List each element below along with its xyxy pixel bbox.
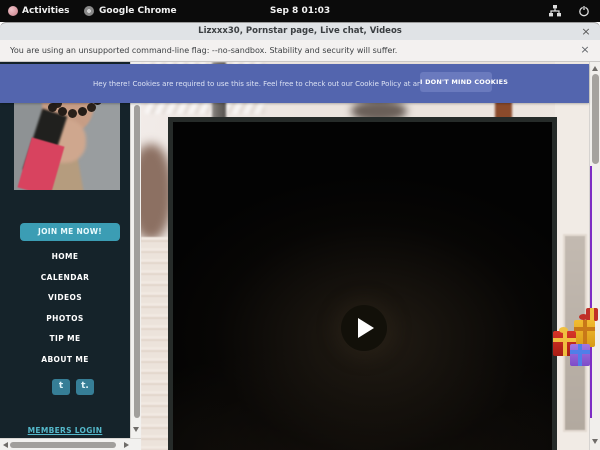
gnome-top-bar: Activities Google Chrome Sep 8 01:03 (0, 0, 600, 22)
infobar-close-icon[interactable]: × (578, 43, 592, 57)
scroll-up-arrow[interactable] (592, 66, 598, 71)
tip-widget-line (590, 166, 592, 418)
members-login-link[interactable]: MEMBERS LOGIN (0, 426, 130, 435)
photo-necklace (48, 103, 57, 112)
tumblr-icon[interactable]: t. (76, 379, 94, 395)
video-frame (173, 122, 552, 450)
page-scrollbar-thumb[interactable] (592, 74, 599, 164)
cookie-banner: Hey there! Cookies are required to use t… (0, 64, 589, 103)
network-icon[interactable] (548, 4, 562, 18)
scroll-down-arrow[interactable] (592, 439, 598, 444)
join-me-now-button[interactable]: JOIN ME NOW! (20, 223, 120, 241)
sidebar-item-photos[interactable]: PHOTOS (0, 309, 130, 330)
gift-bow-icon (559, 327, 568, 333)
screen: Activities Google Chrome Sep 8 01:03 Liz… (0, 0, 600, 450)
cookie-message: Hey there! Cookies are required to use t… (93, 80, 413, 88)
clock[interactable]: Sep 8 01:03 (0, 6, 600, 16)
sidebar-item-home[interactable]: HOME (0, 247, 130, 268)
cookie-accept-button[interactable]: I DON'T MIND COOKIES (420, 72, 492, 92)
gift-purple-icon (570, 344, 590, 366)
twitter-icon[interactable]: t (52, 379, 70, 395)
sidebar-menu: HOME CALENDAR VIDEOS PHOTOS TIP ME ABOUT… (0, 247, 130, 370)
power-icon[interactable] (578, 5, 590, 17)
window-title: Lizxxx30, Pornstar page, Live chat, Vide… (0, 26, 600, 36)
play-icon (358, 318, 374, 338)
sidebar-horizontal-scrollbar[interactable] (0, 438, 141, 450)
video-player[interactable] (168, 117, 557, 450)
scroll-left-arrow[interactable] (3, 442, 8, 448)
sidebar-scrollbar-thumb[interactable] (134, 105, 140, 418)
horizontal-scrollbar-thumb[interactable] (10, 442, 116, 448)
window-close-icon[interactable]: × (579, 25, 593, 39)
window-title-bar[interactable]: Lizxxx30, Pornstar page, Live chat, Vide… (0, 22, 600, 40)
sidebar-item-about-me[interactable]: ABOUT ME (0, 350, 130, 371)
infobar-message: You are using an unsupported command-lin… (10, 46, 397, 55)
sidebar-vertical-scrollbar[interactable] (130, 62, 141, 438)
play-button[interactable] (341, 305, 387, 351)
page-content (141, 62, 589, 450)
scroll-down-arrow[interactable] (133, 427, 139, 432)
gift-yellow-icon (574, 320, 595, 347)
sidebar-item-videos[interactable]: VIDEOS (0, 288, 130, 309)
sidebar: JOIN ME NOW! HOME CALENDAR VIDEOS PHOTOS… (0, 62, 130, 438)
gift-bow-icon (579, 314, 588, 320)
sidebar-item-tip-me[interactable]: TIP ME (0, 329, 130, 350)
sidebar-item-calendar[interactable]: CALENDAR (0, 268, 130, 289)
background-lace (141, 237, 169, 450)
chrome-infobar: You are using an unsupported command-lin… (0, 40, 600, 62)
scroll-right-arrow[interactable] (124, 442, 129, 448)
